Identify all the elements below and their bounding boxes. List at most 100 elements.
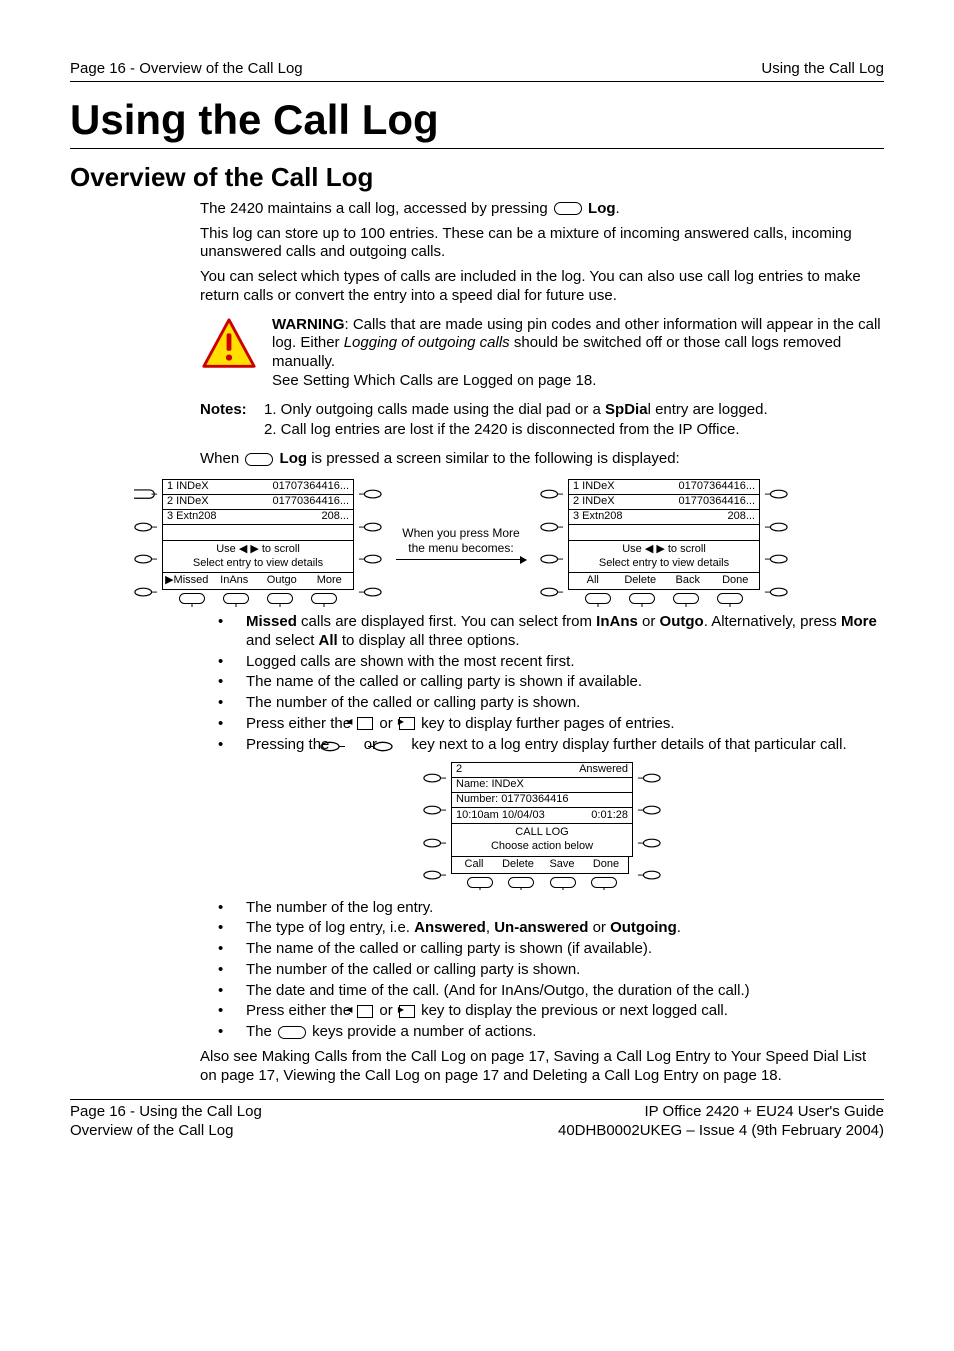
oval-key-icon bbox=[629, 593, 655, 604]
softkey-left-icon bbox=[764, 554, 788, 564]
oval-key-icon bbox=[311, 593, 337, 604]
softkey-labels: ▶Missed InAns Outgo More bbox=[162, 573, 354, 590]
softkey-labels: Call Delete Save Done bbox=[451, 857, 629, 874]
lcd-screen: 1 INDeX01707364416... 2 INDeX01770364416… bbox=[162, 479, 354, 541]
list-item: The number of the called or calling part… bbox=[232, 961, 884, 980]
softkey-left-icon bbox=[358, 489, 382, 499]
right-arrow-key-icon bbox=[399, 1005, 415, 1018]
phone-screen-detail: 2Answered Name: INDeX Number: 0177036441… bbox=[419, 762, 665, 890]
log-key-label: Log bbox=[588, 200, 616, 217]
softkey-buttons bbox=[162, 590, 354, 607]
softkey-right-icon bbox=[423, 773, 447, 783]
softkey-left-icon bbox=[764, 587, 788, 597]
lcd-help-text: CALL LOG Choose action below bbox=[451, 824, 633, 857]
softkey-buttons bbox=[451, 874, 633, 891]
right-side-keys bbox=[760, 479, 792, 607]
also-see: Also see Making Calls from the Call Log … bbox=[200, 1048, 884, 1086]
softkey-left-icon bbox=[358, 587, 382, 597]
left-side-keys bbox=[419, 762, 451, 890]
softkey-right-icon bbox=[134, 489, 158, 499]
softkey-right-icon bbox=[540, 587, 564, 597]
oval-key-icon bbox=[554, 202, 582, 215]
list-item: Logged calls are shown with the most rec… bbox=[232, 653, 884, 672]
right-arrow-key-icon bbox=[399, 717, 415, 730]
page-header: Page 16 - Overview of the Call Log Using… bbox=[70, 60, 884, 82]
lcd-screen: 2Answered Name: INDeX Number: 0177036441… bbox=[451, 762, 633, 824]
list-item: The date and time of the call. (And for … bbox=[232, 982, 884, 1001]
page-title: Using the Call Log bbox=[70, 94, 884, 150]
note-item: Call log entries are lost if the 2420 is… bbox=[281, 421, 768, 440]
oval-key-icon bbox=[223, 593, 249, 604]
softkey-right-icon bbox=[540, 554, 564, 564]
softkey-labels: All Delete Back Done bbox=[568, 573, 760, 590]
notes-block: Notes: Only outgoing calls made using th… bbox=[200, 401, 884, 443]
softkey-right-icon bbox=[540, 522, 564, 532]
oval-key-icon bbox=[591, 877, 617, 888]
oval-key-icon bbox=[550, 877, 576, 888]
notes-label: Notes: bbox=[200, 401, 247, 420]
softkey-right-icon bbox=[423, 805, 447, 815]
softkey-right-icon bbox=[134, 587, 158, 597]
softkey-left-icon bbox=[637, 805, 661, 815]
softkey-left-icon bbox=[637, 870, 661, 880]
list-item: The number of the log entry. bbox=[232, 899, 884, 918]
oval-key-icon bbox=[467, 877, 493, 888]
softkey-right-icon bbox=[540, 489, 564, 499]
phone-screen-more: 1 INDeX01707364416... 2 INDeX01770364416… bbox=[536, 479, 792, 607]
warning-icon bbox=[200, 316, 258, 374]
softkey-buttons bbox=[568, 590, 760, 607]
list-item: The keys provide a number of actions. bbox=[232, 1023, 884, 1042]
softkey-right-icon bbox=[134, 554, 158, 564]
main-content: The 2420 maintains a call log, accessed … bbox=[200, 200, 884, 1086]
left-arrow-key-icon bbox=[357, 717, 373, 730]
footer-left-2: Overview of the Call Log bbox=[70, 1122, 262, 1141]
softkey-left-icon bbox=[637, 773, 661, 783]
oval-key-icon bbox=[278, 1026, 306, 1039]
transition-label: When you press More the menu becomes: bbox=[396, 526, 526, 561]
lcd-help-text: Use ◀ ▶ to scroll Select entry to view d… bbox=[568, 541, 760, 574]
call-log-screens-diagram: 1 INDeX01707364416... 2 INDeX01770364416… bbox=[130, 479, 884, 607]
notes-list: Only outgoing calls made using the dial … bbox=[255, 401, 768, 443]
list-item: The name of the called or calling party … bbox=[232, 673, 884, 692]
softkey-left-icon bbox=[637, 838, 661, 848]
left-side-keys bbox=[536, 479, 568, 607]
oval-key-icon bbox=[673, 593, 699, 604]
lcd-screen: 1 INDeX01707364416... 2 INDeX01770364416… bbox=[568, 479, 760, 541]
softkey-left-icon bbox=[381, 739, 407, 750]
when-line: When Log is pressed a screen similar to … bbox=[200, 450, 884, 469]
footer-right-1: IP Office 2420 + EU24 User's Guide bbox=[558, 1103, 884, 1122]
header-left: Page 16 - Overview of the Call Log bbox=[70, 60, 303, 79]
note-item: Only outgoing calls made using the dial … bbox=[281, 401, 768, 420]
softkey-left-icon bbox=[764, 489, 788, 499]
right-side-keys bbox=[633, 762, 665, 890]
softkey-left-icon bbox=[764, 522, 788, 532]
list-item: Pressing the or key next to a log entry … bbox=[232, 736, 884, 755]
phone-screen-missed: 1 INDeX01707364416... 2 INDeX01770364416… bbox=[130, 479, 386, 607]
list-item: Missed calls are displayed first. You ca… bbox=[232, 613, 884, 651]
lcd-help-text: Use ◀ ▶ to scroll Select entry to view d… bbox=[162, 541, 354, 574]
softkey-left-icon bbox=[358, 554, 382, 564]
left-side-keys bbox=[130, 479, 162, 607]
footer-left-1: Page 16 - Using the Call Log bbox=[70, 1103, 262, 1122]
intro-p2: This log can store up to 100 entries. Th… bbox=[200, 225, 884, 263]
list-item: The number of the called or calling part… bbox=[232, 694, 884, 713]
header-right: Using the Call Log bbox=[761, 60, 884, 79]
left-arrow-key-icon bbox=[357, 1005, 373, 1018]
warning-block: WARNING: Calls that are made using pin c… bbox=[200, 316, 884, 391]
oval-key-icon bbox=[717, 593, 743, 604]
softkey-right-icon bbox=[134, 522, 158, 532]
softkey-right-icon bbox=[423, 870, 447, 880]
oval-key-icon bbox=[508, 877, 534, 888]
intro-p3: You can select which types of calls are … bbox=[200, 268, 884, 306]
oval-key-icon bbox=[179, 593, 205, 604]
call-detail-diagram: 2Answered Name: INDeX Number: 0177036441… bbox=[200, 762, 884, 890]
list-item: Press either the or key to display furth… bbox=[232, 715, 884, 734]
oval-key-icon bbox=[585, 593, 611, 604]
list-item: The name of the called or calling party … bbox=[232, 940, 884, 959]
softkey-right-icon bbox=[334, 739, 360, 750]
call-log-bullets-2: The number of the log entry.The type of … bbox=[200, 899, 884, 1042]
oval-key-icon bbox=[267, 593, 293, 604]
page-footer: Page 16 - Using the Call Log Overview of… bbox=[70, 1099, 884, 1141]
list-item: The type of log entry, i.e. Answered, Un… bbox=[232, 919, 884, 938]
right-side-keys bbox=[354, 479, 386, 607]
